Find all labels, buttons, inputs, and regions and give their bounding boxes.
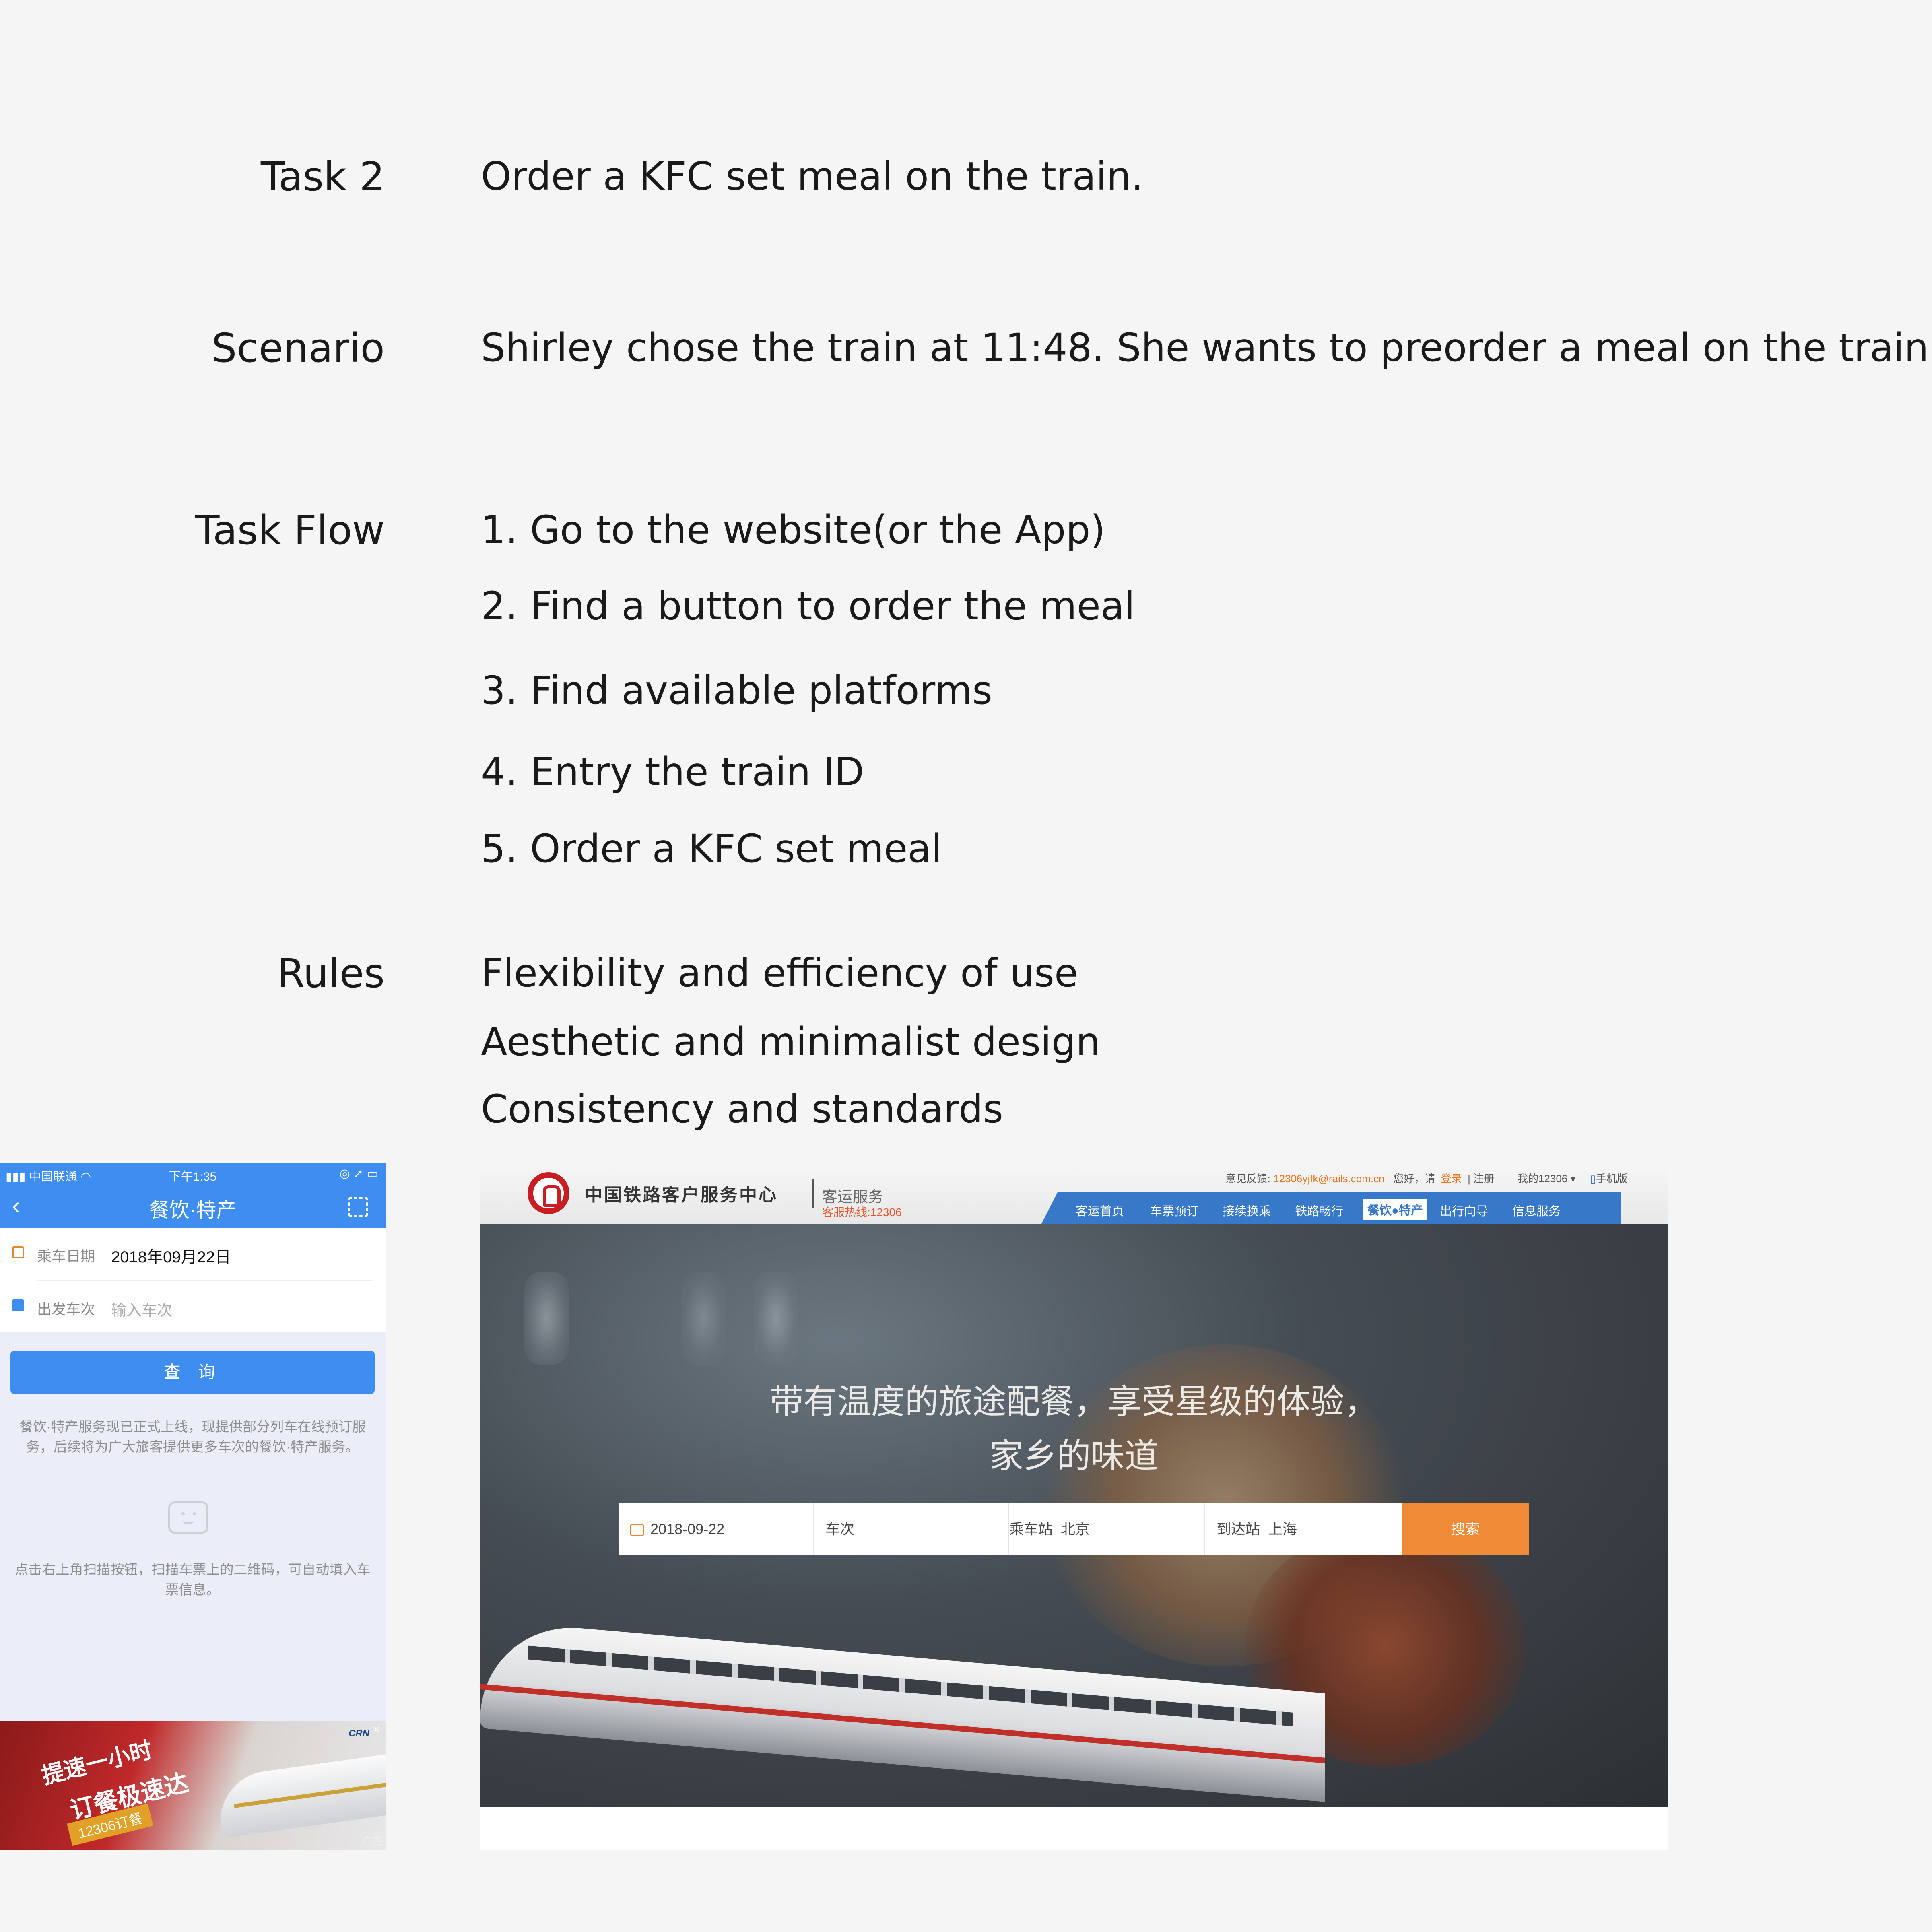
query-form: 乘车日期 2018年09月22日 出发车次 输入车次 [0, 1228, 386, 1332]
greeting: 您好，请 [1393, 1173, 1435, 1185]
hero-slogan-line2: 家乡的味道 [989, 1436, 1159, 1476]
glass-image [524, 1272, 569, 1365]
glass-image [754, 1272, 798, 1365]
date-value: 2018-09-22 [650, 1521, 725, 1537]
rule-item: Aesthetic and minimalist design [481, 1019, 1101, 1064]
top-links: 意见反馈: 12306yjfk@rails.com.cn 您好，请 登录 | 注… [1225, 1173, 1627, 1185]
date-row[interactable]: 乘车日期 2018年09月22日 [0, 1228, 386, 1281]
task-label: Task 2 [260, 154, 385, 200]
date-value[interactable]: 2018年09月22日 [111, 1244, 231, 1267]
date-field[interactable]: 2018-09-22 [619, 1503, 814, 1555]
chat-icon [168, 1501, 208, 1534]
status-time: 下午1:35 [169, 1170, 217, 1184]
task-flow-step: 2. Find a button to order the meal [481, 584, 1135, 629]
ad-banner[interactable]: 提速一小时 订餐极速达 12306订餐 CRN × 广告 [0, 1721, 386, 1850]
hero-banner: 带有温度的旅途配餐，享受星级的体验， 家乡的味道 2018-09-22 车次 乘… [480, 1224, 1668, 1807]
nav-title: 餐饮·特产 [149, 1199, 237, 1221]
task-flow-step: 1. Go to the website(or the App) [481, 507, 1105, 553]
rule-item: Flexibility and efficiency of use [481, 951, 1078, 996]
train-row[interactable]: 出发车次 输入车次 [0, 1281, 386, 1332]
scan-icon[interactable] [348, 1197, 368, 1217]
my12306-menu[interactable]: 我的12306 [1518, 1173, 1567, 1185]
menu-item-catering[interactable]: 餐饮●特产 [1363, 1199, 1427, 1220]
board-station-field[interactable]: 乘车站 北京 [1009, 1503, 1204, 1555]
menu-item-info[interactable]: 信息服务 [1512, 1201, 1561, 1219]
task-flow-label: Task Flow [195, 507, 385, 554]
scenario-label: Scenario [211, 325, 385, 371]
login-link[interactable]: 登录 [1441, 1173, 1462, 1185]
site-header: 中国铁路客户服务中心 客运服务 客服热线:12306 意见反馈: 12306yj… [480, 1163, 1668, 1224]
battery-icon: ◎ ➚ ▭ [339, 1167, 378, 1180]
hero-slogan: 带有温度的旅途配餐，享受星级的体验， [769, 1382, 1378, 1421]
arrive-station-value: 上海 [1268, 1521, 1297, 1537]
ad-mark: 广告 [362, 1835, 383, 1847]
train-icon [12, 1299, 24, 1311]
scenario-text: Shirley chose the train at 11:48. She wa… [481, 325, 1932, 370]
phone-icon: ▯ [1590, 1173, 1596, 1185]
menu-item-home[interactable]: 客运首页 [1076, 1201, 1124, 1219]
feedback-label: 意见反馈: [1225, 1173, 1270, 1185]
query-button[interactable]: 查 询 [10, 1351, 375, 1394]
feedback-email-link[interactable]: 12306yjfk@rails.com.cn [1273, 1173, 1384, 1185]
train-number-field[interactable]: 车次 [814, 1503, 1009, 1555]
menu-item-transfer[interactable]: 接续换乘 [1223, 1201, 1271, 1219]
divider [812, 1179, 814, 1208]
rules-label: Rules [277, 951, 385, 997]
mobile-link[interactable]: 手机版 [1596, 1173, 1627, 1185]
register-link[interactable]: 注册 [1473, 1173, 1494, 1185]
board-station-value: 北京 [1061, 1521, 1090, 1537]
status-bar: ▮▮▮ 中国联通 ◠ 下午1:35 ◎ ➚ ▭ [0, 1163, 386, 1184]
rule-item: Consistency and standards [481, 1087, 1003, 1132]
date-label: 乘车日期 [37, 1248, 95, 1264]
nav-bar: ‹ 餐饮·特产 [0, 1184, 386, 1228]
main-menu: 客运首页 车票预订 接续换乘 铁路畅行 餐饮●特产 出行向导 信息服务 [1041, 1192, 1621, 1224]
board-station-label: 乘车站 [1009, 1521, 1053, 1537]
close-icon[interactable]: × [373, 1723, 380, 1737]
org-name: 中国铁路客户服务中心 [585, 1185, 778, 1205]
website-screenshot: 中国铁路客户服务中心 客运服务 客服热线:12306 意见反馈: 12306yj… [480, 1163, 1668, 1850]
task-flow-step: 5. Order a KFC set meal [481, 826, 942, 871]
scan-note: 点击右上角扫描按钮，扫描车票上的二维码，可自动填入车票信息。 [14, 1562, 371, 1598]
task-flow-step: 3. Find available platforms [481, 668, 993, 713]
train-image [214, 1752, 386, 1838]
train-number-label: 车次 [825, 1521, 855, 1537]
train-input[interactable]: 输入车次 [111, 1298, 172, 1320]
ad-brand-logo: CRN [348, 1728, 369, 1739]
arrive-station-field[interactable]: 到达站 上海 [1204, 1503, 1402, 1555]
hotline: 客服热线:12306 [822, 1206, 902, 1219]
menu-item-tickets[interactable]: 车票预订 [1150, 1201, 1198, 1219]
search-bar: 2018-09-22 车次 乘车站 北京 到达站 上海 搜索 [619, 1503, 1529, 1555]
section-name: 客运服务 [822, 1189, 884, 1206]
calendar-icon [12, 1246, 24, 1258]
railway-logo-icon[interactable] [528, 1172, 569, 1214]
glass-image [681, 1272, 726, 1365]
search-button[interactable]: 搜索 [1402, 1503, 1529, 1555]
mobile-app-screenshot: ▮▮▮ 中国联通 ◠ 下午1:35 ◎ ➚ ▭ ‹ 餐饮·特产 乘车日期 201… [0, 1163, 386, 1850]
menu-item-guide[interactable]: 出行向导 [1440, 1201, 1488, 1219]
train-label: 出发车次 [37, 1301, 95, 1318]
site-footer-area [480, 1807, 1668, 1850]
arrive-station-label: 到达站 [1217, 1521, 1260, 1537]
calendar-icon [630, 1524, 644, 1536]
menu-item-railpass[interactable]: 铁路畅行 [1295, 1201, 1343, 1219]
task-text: Order a KFC set meal on the train. [481, 154, 1144, 199]
task-flow-step: 4. Entry the train ID [481, 749, 864, 794]
service-note: 餐饮·特产服务现已正式上线，现提供部分列车在线预订服务，后续将为广大旅客提供更多… [19, 1419, 366, 1455]
dropdown-icon[interactable]: ▾ [1570, 1173, 1575, 1185]
